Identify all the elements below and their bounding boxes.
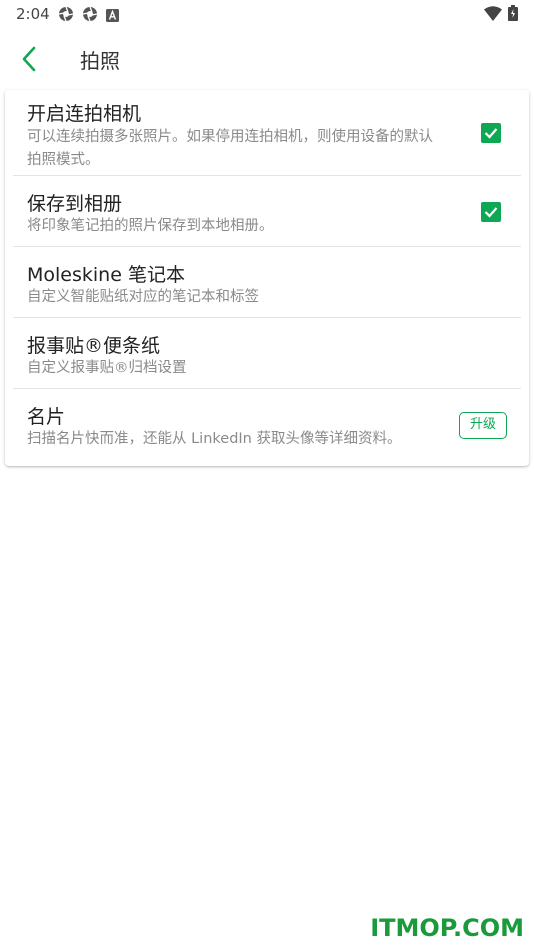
status-time: 2:04 — [16, 5, 50, 23]
setting-subtitle: 将印象笔记拍的照片保存到本地相册。 — [27, 218, 274, 234]
chevron-left-icon — [14, 46, 46, 78]
settings-card: 开启连拍相机 可以连续拍摄多张照片。如果停用连拍相机，则使用设备的默认 拍照模式… — [5, 90, 529, 466]
aperture-icon — [58, 6, 74, 26]
setting-burst-camera[interactable]: 开启连拍相机 可以连续拍摄多张照片。如果停用连拍相机，则使用设备的默认 拍照模式… — [13, 90, 521, 176]
setting-subtitle: 自定义智能贴纸对应的笔记本和标签 — [27, 289, 259, 305]
page-title: 拍照 — [80, 49, 120, 73]
setting-title: 保存到相册 — [27, 193, 123, 215]
burst-camera-checkbox[interactable] — [481, 123, 501, 143]
save-to-album-checkbox[interactable] — [481, 202, 501, 222]
setting-title: 报事贴®便条纸 — [27, 335, 161, 357]
setting-business-card[interactable]: 名片 扫描名片快而准，还能从 LinkedIn 获取头像等详细资料。 升级 — [13, 389, 521, 466]
app-bar: 拍照 — [0, 36, 534, 80]
setting-subtitle: 扫描名片快而准，还能从 LinkedIn 获取头像等详细资料。 — [27, 431, 402, 447]
status-icons-right — [484, 5, 518, 25]
setting-subtitle: 自定义报事贴®归档设置 — [27, 360, 187, 376]
back-button[interactable] — [14, 44, 46, 74]
aperture-icon — [82, 6, 98, 26]
setting-title: 开启连拍相机 — [27, 103, 142, 125]
a-box-icon — [106, 7, 119, 26]
watermark: ITMOP.COM — [370, 914, 524, 942]
setting-title: Moleskine 笔记本 — [27, 264, 185, 286]
setting-moleskine[interactable]: Moleskine 笔记本 自定义智能贴纸对应的笔记本和标签 — [13, 247, 521, 318]
upgrade-badge[interactable]: 升级 — [459, 412, 507, 439]
status-bar: 2:04 — [0, 0, 534, 28]
setting-title: 名片 — [27, 406, 66, 428]
wifi-icon — [484, 5, 502, 25]
setting-post-it[interactable]: 报事贴®便条纸 自定义报事贴®归档设置 — [13, 318, 521, 389]
status-icons-left — [58, 6, 119, 26]
checkmark-icon — [481, 207, 501, 226]
setting-subtitle: 可以连续拍摄多张照片。如果停用连拍相机，则使用设备的默认 — [27, 129, 433, 145]
battery-icon — [508, 5, 518, 25]
setting-save-to-album[interactable]: 保存到相册 将印象笔记拍的照片保存到本地相册。 — [13, 176, 521, 247]
setting-subtitle: 拍照模式。 — [27, 152, 100, 168]
checkmark-icon — [481, 128, 501, 147]
